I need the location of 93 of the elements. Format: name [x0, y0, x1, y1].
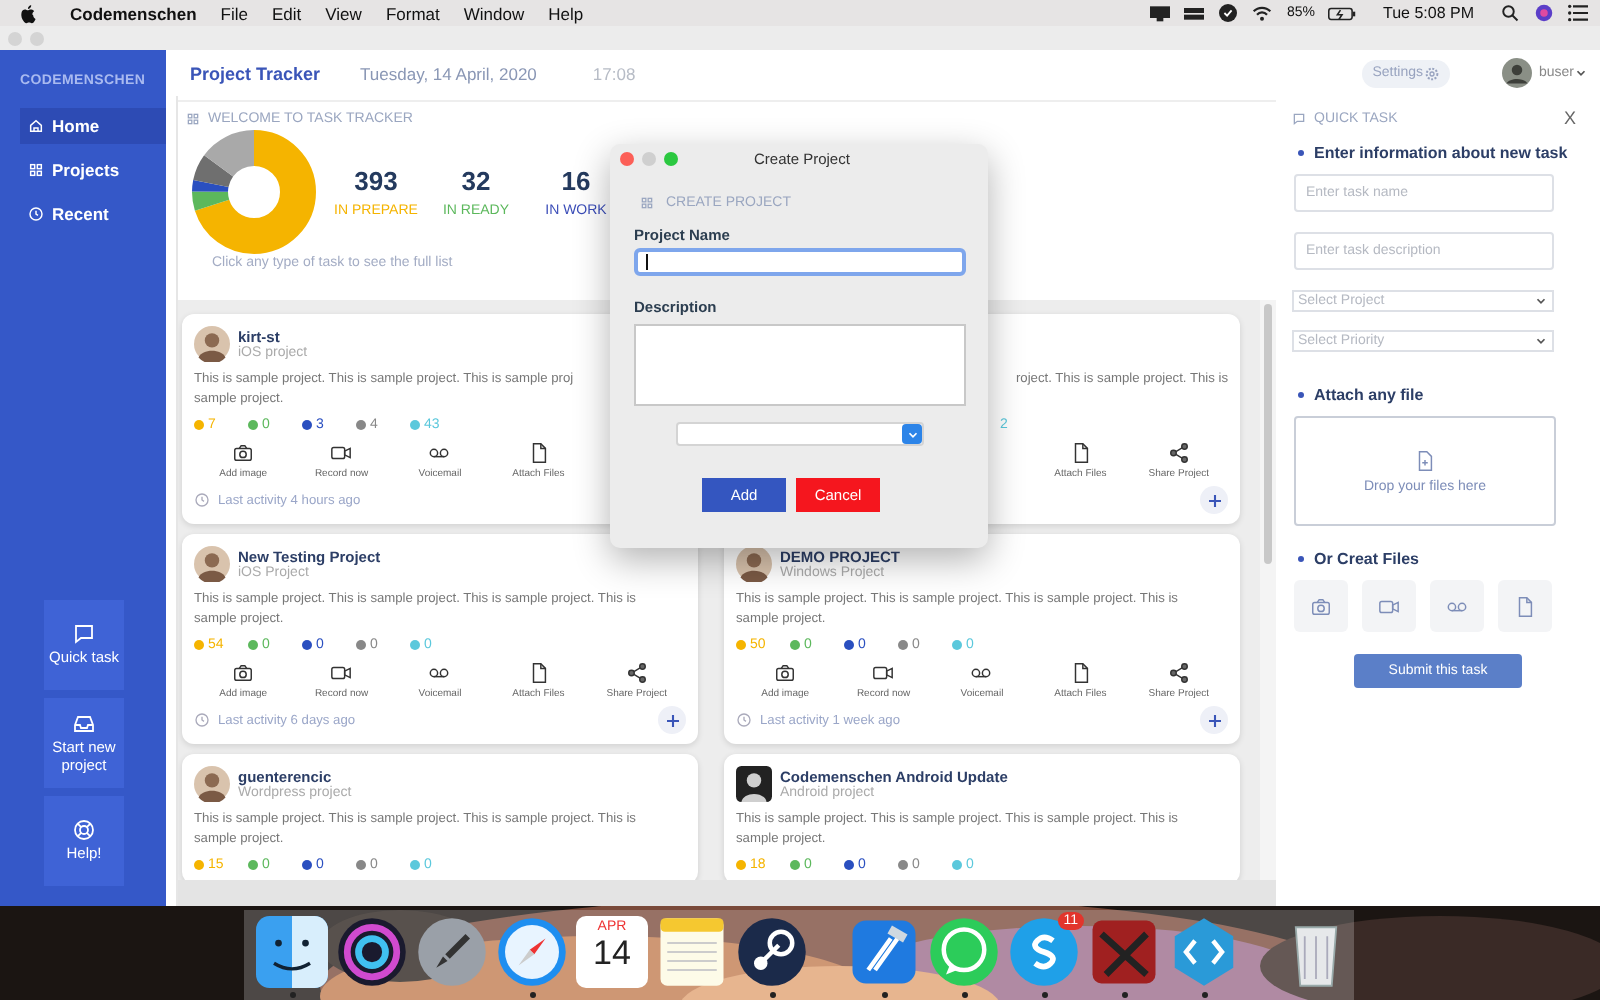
video-camera-icon [1378, 595, 1400, 617]
app-menu[interactable]: Codemenschen [70, 3, 197, 23]
apple-logo-icon[interactable] [20, 3, 38, 23]
nav-item[interactable]: Home [20, 108, 166, 144]
lifebuoy-icon [72, 818, 96, 843]
share-icon [1167, 662, 1190, 684]
avatar-icon [194, 546, 230, 582]
clock-icon [194, 712, 210, 728]
caret-icon [1534, 294, 1548, 308]
menu-item[interactable]: Window [463, 3, 525, 23]
swirl-orb-app-icon[interactable] [336, 916, 408, 988]
compass-app-icon[interactable] [496, 916, 568, 988]
caret-icon [905, 427, 919, 441]
avatar-icon [736, 766, 772, 802]
notepad-app-icon[interactable] [656, 916, 728, 988]
grid-icon [28, 162, 44, 178]
avatar-icon [194, 326, 230, 362]
hammer-app-icon[interactable] [848, 916, 920, 988]
plus-icon [1205, 491, 1223, 509]
stack-icon[interactable] [1184, 4, 1205, 22]
plus-icon [663, 711, 681, 729]
select-dropdown[interactable] [676, 422, 924, 446]
camera-icon [1310, 595, 1332, 617]
avatar-icon[interactable] [1502, 58, 1533, 88]
scrollbar[interactable] [1260, 300, 1276, 880]
grid-icon [640, 196, 654, 210]
smiling-face-app-icon[interactable] [256, 916, 328, 988]
video-camera-icon [330, 442, 353, 464]
menu-item[interactable]: File [220, 3, 248, 23]
nav-item[interactable]: Projects [0, 152, 166, 188]
wifi-icon[interactable] [1252, 4, 1273, 22]
clock-icon [194, 492, 210, 508]
document-icon [1514, 595, 1536, 617]
document-icon [1069, 662, 1092, 684]
home-icon [28, 118, 44, 134]
crossed-emblem-app-icon[interactable] [1088, 916, 1160, 988]
add-button[interactable] [1200, 486, 1228, 514]
speech-bubble-icon [1292, 111, 1306, 125]
inbox-tray-icon [72, 711, 96, 736]
piston-app-icon[interactable] [736, 916, 808, 988]
document-icon [527, 442, 550, 464]
menu-item[interactable]: Format [385, 3, 440, 23]
clock-icon [736, 712, 752, 728]
project-name-field[interactable] [634, 248, 966, 276]
clock-icon [28, 206, 44, 222]
nav-item[interactable]: Recent [0, 196, 166, 232]
gear-icon [1424, 65, 1441, 81]
battery-icon[interactable] [1328, 5, 1357, 21]
file-plus-icon [1414, 449, 1436, 471]
share-icon [625, 662, 648, 684]
menu-item[interactable]: View [325, 3, 362, 23]
search-icon[interactable] [1500, 4, 1520, 22]
add-button[interactable] [1200, 706, 1228, 734]
camera-icon [232, 442, 255, 464]
document-button[interactable] [1498, 580, 1552, 632]
description-field[interactable] [634, 324, 966, 406]
section-heading: Attach any file [1314, 386, 1424, 404]
camera-icon [232, 662, 255, 684]
menu-item[interactable]: Help [548, 3, 584, 23]
camera-icon [774, 662, 797, 684]
video-camera-button[interactable] [1362, 580, 1416, 632]
avatar-icon [736, 546, 772, 582]
phone-bubble-app-icon[interactable] [928, 916, 1000, 988]
section-heading: Or Creat Files [1314, 550, 1419, 568]
close-button[interactable] [620, 151, 634, 165]
video-camera-icon [330, 662, 353, 684]
document-icon [527, 662, 550, 684]
camera-button[interactable] [1294, 580, 1348, 632]
list-icon[interactable] [1568, 4, 1588, 22]
share-icon [1167, 442, 1190, 464]
speech-bubble-icon [72, 622, 96, 647]
letter-circle-app-icon[interactable] [1008, 916, 1080, 988]
project-card[interactable] [182, 534, 698, 744]
monitor-icon[interactable] [1150, 4, 1171, 22]
video-camera-icon [872, 662, 895, 684]
plus-icon [1205, 711, 1223, 729]
grid-icon [186, 112, 200, 126]
date-text: Tuesday, 14 April, 2020 [360, 63, 537, 83]
time-text: 17:08 [592, 63, 636, 83]
page-title: Project Tracker [190, 63, 321, 83]
document-icon [1069, 442, 1092, 464]
section-heading: Enter information about new task [1314, 144, 1568, 162]
project-card[interactable] [724, 534, 1240, 744]
add-button[interactable] [658, 706, 686, 734]
avatar-icon [194, 766, 230, 802]
close-button[interactable]: X [1563, 108, 1576, 128]
shield-icon[interactable] [1218, 4, 1239, 22]
caret-icon [1534, 334, 1548, 348]
caret-icon [1574, 66, 1588, 80]
donut-chart-drawing[interactable] [190, 128, 318, 256]
menu-clock[interactable]: Tue 5:08 PM [1382, 4, 1474, 22]
siri-icon[interactable] [1534, 4, 1554, 22]
menu-item[interactable]: Edit [272, 3, 302, 23]
